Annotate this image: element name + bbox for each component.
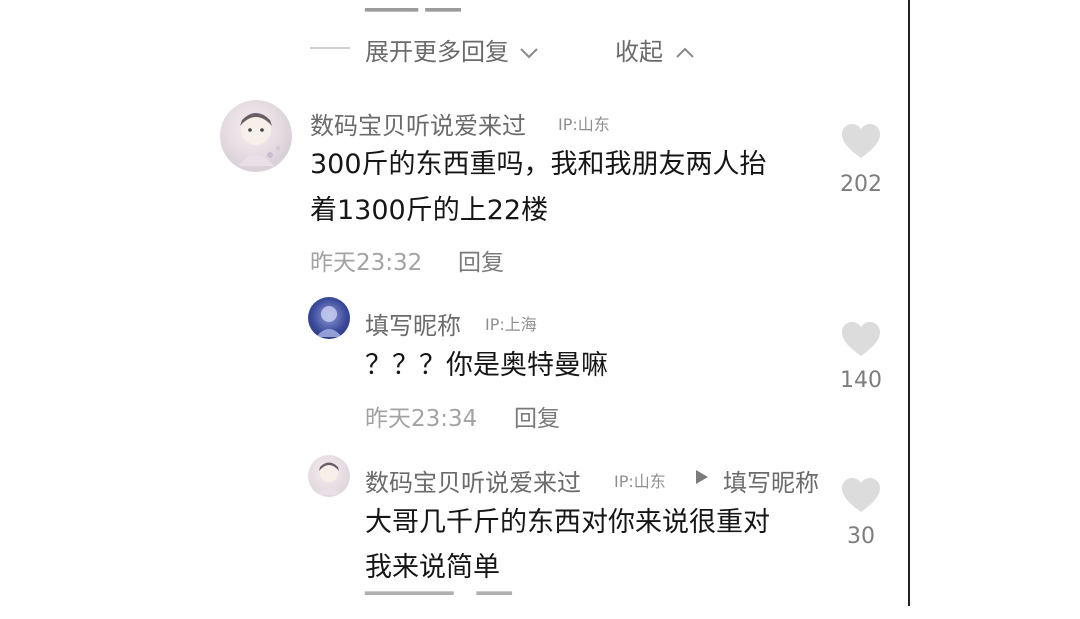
reply-button[interactable]: 回复 (458, 243, 504, 277)
comment-timestamp: 昨天23:32 (310, 250, 423, 276)
like-count: 30 (847, 524, 875, 549)
heart-icon (842, 322, 880, 356)
comment-ip-location: IP:山东 (614, 472, 666, 491)
avatar[interactable] (308, 455, 350, 497)
avatar[interactable] (220, 100, 292, 172)
comment-ip-location: IP:上海 (485, 315, 537, 334)
avatar-illustration (317, 462, 341, 495)
like-button[interactable]: 30 (826, 478, 896, 558)
expand-label: 展开更多回复 (365, 38, 509, 66)
screen-edge-divider (908, 0, 910, 606)
chevron-up-icon (675, 47, 694, 58)
chevron-down-icon (519, 48, 538, 59)
expand-more-replies-button[interactable]: 展开更多回复 (365, 32, 539, 67)
comment-text-line: 我来说简单 (365, 552, 500, 583)
like-button[interactable]: 202 (826, 124, 896, 204)
heart-icon (842, 124, 880, 158)
avatar-illustration (316, 306, 342, 337)
cropped-next-row: ▔▔▔▔▔ ▔▔ (365, 593, 512, 619)
comment-username[interactable]: 数码宝贝听说爱来过 (365, 463, 581, 498)
thread-divider-line (310, 47, 350, 49)
avatar[interactable] (308, 297, 350, 339)
comment-username[interactable]: 数码宝贝听说爱来过 (310, 106, 526, 141)
play-triangle-icon (696, 470, 708, 484)
like-count: 202 (840, 172, 882, 197)
comment-text-line: 大哥几千斤的东西对你来说很重对 (365, 507, 770, 538)
cropped-previous-row: ▁▁▁ ▁▁ (365, 0, 461, 12)
comment-timestamp: 昨天23:34 (365, 406, 478, 432)
comment-ip-location: IP:山东 (558, 115, 610, 134)
like-button[interactable]: 140 (826, 322, 896, 402)
collapse-label: 收起 (615, 38, 663, 66)
comment-text-line: 300斤的东西重吗，我和我朋友两人抬 (310, 149, 767, 180)
collapse-button[interactable]: 收起 (615, 32, 695, 67)
comment-text-line: ？？？你是奥特曼嘛 (365, 350, 608, 381)
reply-button[interactable]: 回复 (514, 399, 560, 433)
heart-icon (842, 478, 880, 512)
reply-to-username[interactable]: 填写昵称 (723, 463, 819, 498)
like-count: 140 (840, 368, 882, 393)
avatar-illustration (238, 113, 280, 166)
comment-username[interactable]: 填写昵称 (365, 306, 461, 341)
comment-text-line: 着1300斤的上22楼 (310, 195, 549, 226)
